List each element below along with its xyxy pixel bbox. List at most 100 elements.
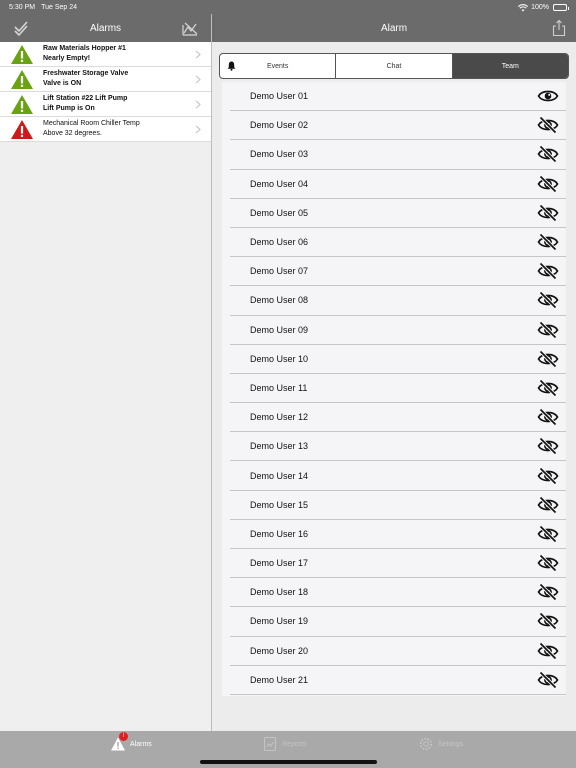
tabbar-reports[interactable]: Reports — [262, 736, 307, 752]
acknowledge-all-icon[interactable] — [12, 19, 30, 37]
team-row[interactable]: Demo User 02 — [230, 111, 566, 141]
team-row[interactable]: Demo User 19 — [230, 607, 566, 637]
team-member-name: Demo User 08 — [250, 295, 309, 306]
team-row[interactable]: Demo User 12 — [230, 403, 566, 433]
alarm-message: Above 32 degrees. — [43, 130, 102, 137]
alarm-title: Lift Station #22 Lift Pump — [43, 95, 128, 102]
team-row[interactable]: Demo User 15 — [230, 491, 566, 520]
alarms-header: Alarms — [0, 14, 211, 42]
alarm-row[interactable]: Lift Station #22 Lift Pump Lift Pump is O… — [0, 92, 211, 117]
team-row[interactable]: Demo User 09 — [230, 316, 566, 345]
team-member-name: Demo User 09 — [250, 324, 309, 335]
eye-slash-icon[interactable] — [537, 233, 559, 251]
team-member-name: Demo User 14 — [250, 470, 309, 481]
alarm-detail-title: Alarm — [380, 22, 408, 34]
team-row[interactable]: Demo User 14 — [230, 461, 566, 491]
team-row[interactable]: Demo User 13 — [230, 432, 566, 462]
team-member-name: Demo User 01 — [250, 91, 309, 102]
team-list: Demo User 01 Demo User 02 Demo User 03 Demo… — [222, 82, 566, 696]
eye-slash-icon[interactable] — [537, 466, 559, 485]
team-row[interactable]: Demo User 01 — [230, 82, 566, 112]
eye-slash-icon[interactable] — [537, 583, 559, 601]
warning-alarm-icon — [11, 69, 33, 89]
team-row[interactable]: Demo User 10 — [230, 345, 566, 374]
chevron-right-icon — [195, 50, 201, 58]
eye-slash-icon[interactable] — [537, 496, 559, 514]
team-member-name: Demo User 10 — [250, 353, 309, 364]
alarm-row[interactable]: Raw Materials Hopper #1 Nearly Empty! — [0, 42, 211, 67]
warning-alarm-icon — [11, 44, 33, 64]
eye-slash-icon[interactable] — [537, 350, 559, 368]
tab-chat[interactable]: Chat — [336, 54, 453, 78]
alarm-text: Lift Station #22 Lift Pump Lift Pump is O… — [43, 94, 195, 114]
alarm-detail-panel: Alarm Events Chat Team Demo User 01 Demo … — [212, 14, 576, 731]
eye-slash-icon[interactable] — [537, 671, 559, 689]
eye-slash-icon[interactable] — [537, 145, 559, 164]
eye-slash-icon[interactable] — [537, 320, 559, 339]
tab-chat-label: Chat — [386, 62, 402, 70]
alarm-text: Mechanical Room Chiller Temp Above 32 deg… — [43, 119, 195, 139]
eye-slash-icon[interactable] — [537, 204, 559, 222]
alarm-text: Raw Materials Hopper #1 Nearly Empty! — [43, 44, 195, 64]
tab-events-label: Events — [266, 62, 289, 70]
team-row[interactable]: Demo User 07 — [230, 257, 566, 287]
team-row[interactable]: Demo User 04 — [230, 170, 566, 199]
eye-slash-icon[interactable] — [537, 262, 559, 280]
team-row[interactable]: Demo User 11 — [230, 374, 566, 404]
team-row[interactable]: Demo User 18 — [230, 578, 566, 608]
team-row[interactable]: Demo User 20 — [230, 637, 566, 666]
eye-slash-icon[interactable] — [537, 291, 559, 310]
status-date: Tue Sep 24 — [41, 3, 78, 11]
eye-slash-icon[interactable] — [537, 612, 559, 631]
tabbar-settings[interactable]: Settings — [418, 736, 463, 752]
alarms-title: Alarms — [89, 22, 122, 34]
eye-slash-icon[interactable] — [537, 525, 559, 543]
alarm-row[interactable]: Mechanical Room Chiller Temp Above 32 deg… — [0, 117, 211, 142]
bell-icon — [227, 61, 236, 71]
eye-slash-icon[interactable] — [537, 408, 559, 426]
team-row[interactable]: Demo User 16 — [230, 520, 566, 549]
team-row[interactable]: Demo User 03 — [230, 140, 566, 170]
team-member-name: Demo User 16 — [250, 528, 309, 539]
eye-icon[interactable] — [537, 87, 559, 105]
team-member-name: Demo User 21 — [250, 674, 309, 685]
team-member-name: Demo User 05 — [250, 207, 309, 218]
share-icon[interactable] — [552, 19, 566, 37]
team-member-name: Demo User 02 — [250, 120, 309, 131]
tabbar-alarms-label: Alarms — [130, 740, 152, 748]
alarm-detail-header: Alarm — [212, 14, 576, 42]
battery-icon — [553, 3, 569, 11]
trend-chart-icon[interactable] — [181, 19, 199, 37]
status-time: 5:30 PM — [9, 3, 36, 11]
alarm-triangle-icon: ! — [110, 732, 128, 752]
alarm-text: Freshwater Storage Valve Valve is ON — [43, 69, 195, 89]
alarm-row[interactable]: Freshwater Storage Valve Valve is ON — [0, 67, 211, 92]
eye-slash-icon[interactable] — [537, 554, 559, 572]
chevron-right-icon — [195, 100, 201, 108]
report-icon — [262, 736, 278, 752]
team-row[interactable]: Demo User 05 — [230, 199, 566, 228]
critical-alarm-icon — [11, 119, 33, 139]
status-right: 100% — [518, 3, 569, 11]
alarms-panel: Alarms Raw Materials Hopper #1 Nearly Emp… — [0, 14, 211, 731]
tab-team[interactable]: Team — [452, 54, 568, 78]
tabbar-reports-label: Reports — [282, 740, 307, 748]
team-row[interactable]: Demo User 17 — [230, 549, 566, 579]
team-member-name: Demo User 19 — [250, 616, 309, 627]
team-member-name: Demo User 17 — [250, 558, 309, 569]
alarm-list: Raw Materials Hopper #1 Nearly Empty! Fres… — [0, 42, 211, 142]
detail-segmented-control: Events Chat Team — [219, 53, 569, 79]
eye-slash-icon[interactable] — [537, 641, 559, 660]
eye-slash-icon[interactable] — [537, 437, 559, 456]
chevron-right-icon — [195, 125, 201, 133]
team-row[interactable]: Demo User 08 — [230, 286, 566, 316]
team-row[interactable]: Demo User 21 — [230, 666, 566, 695]
eye-slash-icon[interactable] — [537, 116, 559, 134]
tab-events[interactable]: Events — [220, 54, 337, 78]
home-indicator — [200, 760, 377, 764]
tabbar-alarms[interactable]: ! Alarms — [110, 732, 152, 752]
eye-slash-icon[interactable] — [537, 379, 559, 397]
eye-slash-icon[interactable] — [537, 174, 559, 193]
alarm-title: Raw Materials Hopper #1 — [43, 45, 126, 52]
team-row[interactable]: Demo User 06 — [230, 228, 566, 258]
